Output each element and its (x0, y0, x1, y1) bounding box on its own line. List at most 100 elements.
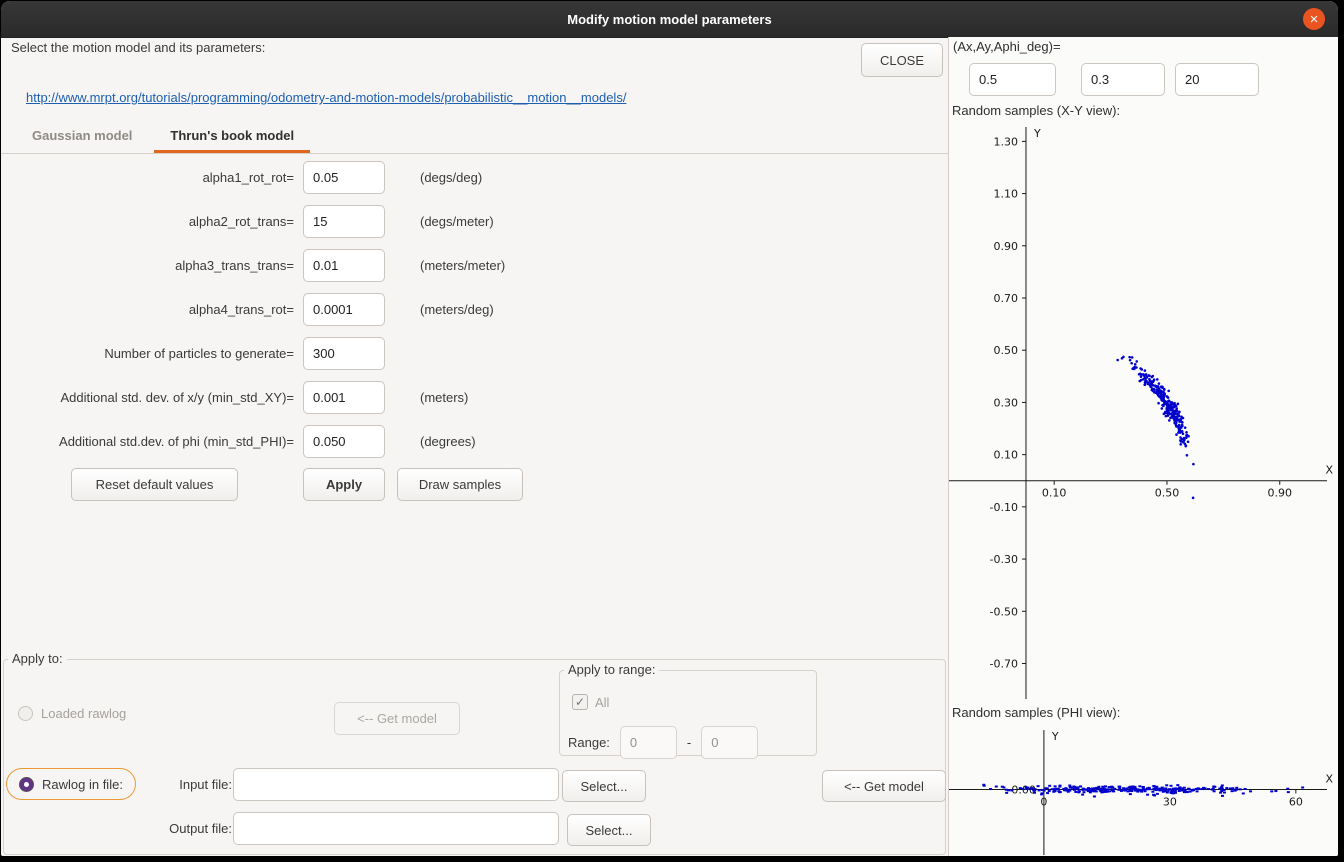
loaded-rawlog-label: Loaded rawlog (41, 706, 126, 721)
window-title: Modify motion model parameters (567, 12, 771, 27)
svg-text:Y: Y (1033, 127, 1041, 140)
apply-to-range-legend: Apply to range: (564, 662, 659, 677)
output-file-field[interactable] (233, 812, 559, 845)
svg-text:X: X (1325, 464, 1333, 477)
svg-text:0.10: 0.10 (1042, 487, 1067, 500)
alpha2-input[interactable] (303, 205, 385, 238)
output-file-label: Output file: (144, 821, 232, 836)
min-std-phi-input[interactable] (303, 425, 385, 458)
apply-to-legend: Apply to: (8, 651, 67, 666)
check-icon: ✓ (575, 695, 585, 709)
min-std-xy-label: Additional std. dev. of x/y (min_std_XY)… (1, 390, 294, 405)
apply-to-group: Apply to: Loaded rawlog <-- Get model Ap… (3, 659, 946, 855)
ax-input[interactable] (969, 63, 1056, 96)
alpha4-label: alpha4_trans_rot= (1, 302, 294, 317)
min-std-phi-label: Additional std.dev. of phi (min_std_PHI)… (1, 434, 294, 449)
range-dash: - (687, 735, 691, 750)
form-row: Number of particles to generate= (1, 331, 948, 375)
svg-text:0.50: 0.50 (993, 344, 1018, 357)
svg-text:0.90: 0.90 (993, 240, 1018, 253)
tab-gaussian-model[interactable]: Gaussian model (13, 118, 151, 153)
all-option: ✓ All (572, 694, 609, 710)
select-input-file-button[interactable]: Select... (562, 770, 646, 802)
form-row: Additional std. dev. of x/y (min_std_XY)… (1, 375, 948, 419)
pose-increment-label: (Ax,Ay,Aphi_deg)= (953, 39, 1061, 54)
get-model-button[interactable]: <-- Get model (822, 770, 946, 802)
xy-plot-title: Random samples (X-Y view): (952, 103, 1120, 118)
alpha3-unit: (meters/meter) (420, 258, 505, 273)
reset-defaults-button[interactable]: Reset default values (71, 468, 238, 501)
titlebar[interactable]: Modify motion model parameters × (1, 1, 1338, 38)
prompt-text: Select the motion model and its paramete… (11, 40, 265, 55)
tutorial-link[interactable]: http://www.mrpt.org/tutorials/programmin… (26, 90, 626, 105)
alpha1-label: alpha1_rot_rot= (1, 170, 294, 185)
rawlog-in-file-label: Rawlog in file: (42, 777, 123, 792)
rawlog-in-file-radio[interactable] (19, 777, 34, 792)
loaded-rawlog-radio (18, 706, 33, 721)
draw-samples-button[interactable]: Draw samples (397, 468, 523, 501)
parameters-form: alpha1_rot_rot= (degs/deg) alpha2_rot_tr… (1, 155, 948, 463)
range-from-input (620, 726, 677, 759)
particles-label: Number of particles to generate= (1, 346, 294, 361)
alpha2-unit: (degs/meter) (420, 214, 494, 229)
alpha4-input[interactable] (303, 293, 385, 326)
svg-text:-0.50: -0.50 (990, 605, 1018, 618)
xy-scatter-plot: 0.10 0.50 0.90 1.30 1.10 0.90 0.70 0.50 0.30 0.10… (949, 121, 1337, 699)
svg-text:0.90: 0.90 (1268, 487, 1293, 500)
range-label: Range: (568, 735, 610, 750)
apply-button[interactable]: Apply (303, 468, 385, 501)
min-std-xy-input[interactable] (303, 381, 385, 414)
samples-panel: (Ax,Ay,Aphi_deg)= Random samples (X-Y vi… (948, 37, 1338, 856)
loaded-rawlog-option: Loaded rawlog (18, 706, 126, 721)
all-label: All (595, 695, 609, 710)
close-button[interactable]: CLOSE (861, 43, 943, 77)
svg-text:1.10: 1.10 (993, 188, 1018, 201)
svg-text:X: X (1325, 773, 1333, 786)
select-output-file-button[interactable]: Select... (567, 814, 651, 846)
close-icon: × (1310, 12, 1319, 27)
svg-text:0.70: 0.70 (993, 292, 1018, 305)
range-row: Range: - (568, 726, 758, 759)
svg-text:30: 30 (1163, 796, 1177, 809)
tab-bar: Gaussian model Thrun's book model (1, 118, 948, 154)
alpha1-input[interactable] (303, 161, 385, 194)
svg-text:60: 60 (1289, 796, 1303, 809)
form-row: alpha3_trans_trans= (meters/meter) (1, 243, 948, 287)
alpha4-unit: (meters/deg) (420, 302, 494, 317)
svg-text:0.30: 0.30 (993, 396, 1018, 409)
tab-thruns-book-model[interactable]: Thrun's book model (151, 118, 313, 153)
get-model-button-disabled: <-- Get model (334, 702, 460, 735)
svg-text:1.30: 1.30 (993, 135, 1018, 148)
aphi-input[interactable] (1175, 63, 1259, 96)
form-row: alpha2_rot_trans= (degs/meter) (1, 199, 948, 243)
alpha3-label: alpha3_trans_trans= (1, 258, 294, 273)
apply-to-range-group: Apply to range: ✓ All Range: - (559, 670, 817, 756)
particles-input[interactable] (303, 337, 385, 370)
phi-scatter-plot: 030600.00YX (949, 724, 1337, 855)
svg-text:Y: Y (1051, 730, 1059, 743)
form-row: Additional std.dev. of phi (min_std_PHI)… (1, 419, 948, 463)
svg-text:-0.30: -0.30 (990, 553, 1018, 566)
svg-text:0: 0 (1040, 796, 1047, 809)
input-file-label: Input file: (144, 777, 232, 792)
min-std-xy-unit: (meters) (420, 390, 468, 405)
ay-input[interactable] (1081, 63, 1165, 96)
alpha3-input[interactable] (303, 249, 385, 282)
form-row: alpha1_rot_rot= (degs/deg) (1, 155, 948, 199)
svg-text:-0.10: -0.10 (990, 501, 1018, 514)
input-file-field[interactable] (233, 768, 559, 801)
svg-text:0.10: 0.10 (993, 449, 1018, 462)
phi-plot-title: Random samples (PHI view): (952, 705, 1120, 720)
alpha2-label: alpha2_rot_trans= (1, 214, 294, 229)
all-checkbox: ✓ (572, 694, 588, 710)
alpha1-unit: (degs/deg) (420, 170, 482, 185)
svg-text:0.50: 0.50 (1155, 487, 1180, 500)
form-row: alpha4_trans_rot= (meters/deg) (1, 287, 948, 331)
range-to-input (701, 726, 758, 759)
dialog-window: Modify motion model parameters × Select … (1, 1, 1338, 856)
main-panel: Select the motion model and its paramete… (1, 37, 948, 856)
window-close-button[interactable]: × (1303, 8, 1325, 30)
svg-text:-0.70: -0.70 (990, 657, 1018, 670)
rawlog-in-file-option[interactable]: Rawlog in file: (6, 768, 136, 800)
min-std-phi-unit: (degrees) (420, 434, 476, 449)
